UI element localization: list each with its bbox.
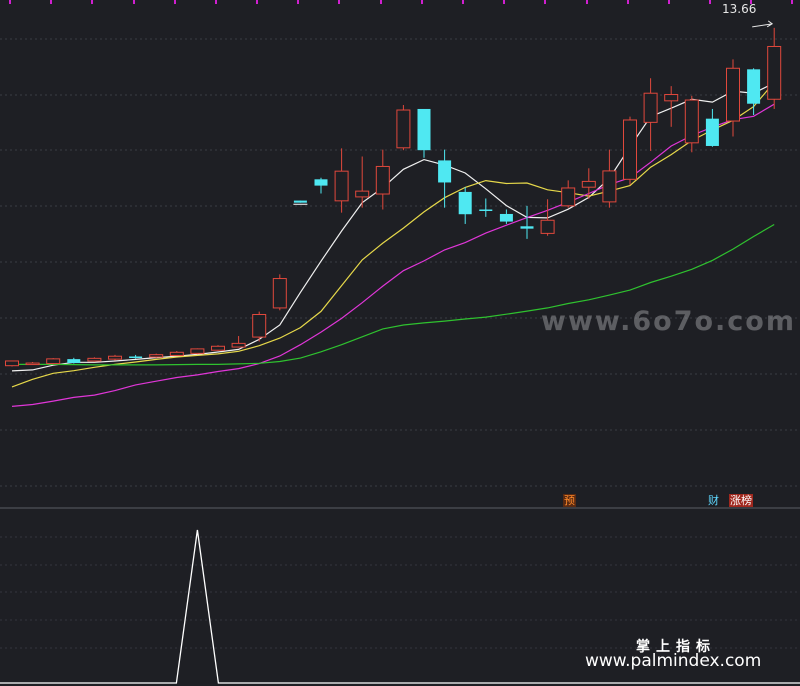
top-marker-17 (709, 0, 711, 4)
candle-body-up (272, 278, 287, 309)
candle-body-up (623, 119, 637, 180)
candle-body-down (417, 108, 431, 151)
candle-body-up (334, 170, 349, 202)
candle-body-up (231, 342, 246, 348)
top-marker-4 (174, 0, 176, 4)
top-marker-9 (380, 0, 382, 4)
top-marker-13 (544, 0, 546, 4)
candle-body-up (87, 357, 102, 362)
ma-line-ma10 (11, 81, 775, 388)
candle-body-up (190, 348, 205, 354)
top-marker-6 (256, 0, 258, 4)
candle-body-up (375, 165, 390, 195)
finance-tag[interactable]: 财 (707, 494, 720, 507)
candle-body-up (602, 170, 617, 203)
top-marker-12 (503, 0, 505, 4)
stock-chart (0, 0, 800, 684)
top-marker-5 (215, 0, 217, 4)
top-marker-19 (791, 0, 793, 4)
top-marker-11 (462, 0, 464, 4)
candle-body-up (664, 94, 679, 102)
top-marker-3 (133, 0, 135, 4)
high-arrow (752, 20, 774, 28)
candle-body-up (5, 360, 19, 367)
forecast-tag[interactable]: 预 (563, 494, 576, 507)
watermark-text: www.6o7o.com (541, 306, 796, 337)
top-marker-10 (421, 0, 423, 4)
candle-body-down (705, 118, 719, 146)
candle-body-up (684, 99, 699, 144)
candle-body-up (252, 314, 267, 338)
top-marker-14 (586, 0, 588, 4)
candle-body-down (314, 179, 328, 186)
candle-body-up (108, 355, 122, 360)
candle-body-up (726, 67, 740, 122)
candle-body-up (355, 190, 370, 198)
top-marker-2 (91, 0, 93, 4)
top-marker-8 (338, 0, 340, 4)
candle-body-down (479, 209, 493, 211)
candle-body-down (67, 359, 81, 364)
limit-up-tag[interactable]: 涨榜 (729, 494, 753, 507)
candle-body-up (767, 45, 782, 100)
candle-body-up (211, 345, 225, 351)
candle-body-down (129, 356, 143, 358)
candle-body-down (293, 200, 307, 203)
top-marker-16 (668, 0, 670, 4)
candle-body-down (499, 213, 513, 222)
price-high-label: 13.66 (722, 2, 757, 16)
candle-body-up (46, 358, 61, 365)
candle-body-down (520, 226, 534, 229)
footer-url: www.palmindex.com (585, 651, 762, 671)
candle-body-up (643, 92, 658, 123)
candle-body-up (561, 187, 576, 207)
top-marker-1 (50, 0, 52, 4)
ma-line-ma60 (12, 223, 775, 366)
candle-body-down (438, 160, 452, 183)
candle-body-up (169, 351, 184, 356)
top-marker-15 (627, 0, 629, 4)
candle-body-down (458, 191, 472, 215)
candle-body-up (396, 109, 411, 149)
candle-body-down (747, 69, 761, 104)
candle-body-up (581, 180, 596, 188)
top-marker-0 (9, 0, 11, 4)
top-marker-7 (297, 0, 299, 4)
candle-body-up (149, 354, 164, 358)
candle-body-up (540, 219, 555, 234)
candle-body-up (25, 362, 40, 366)
